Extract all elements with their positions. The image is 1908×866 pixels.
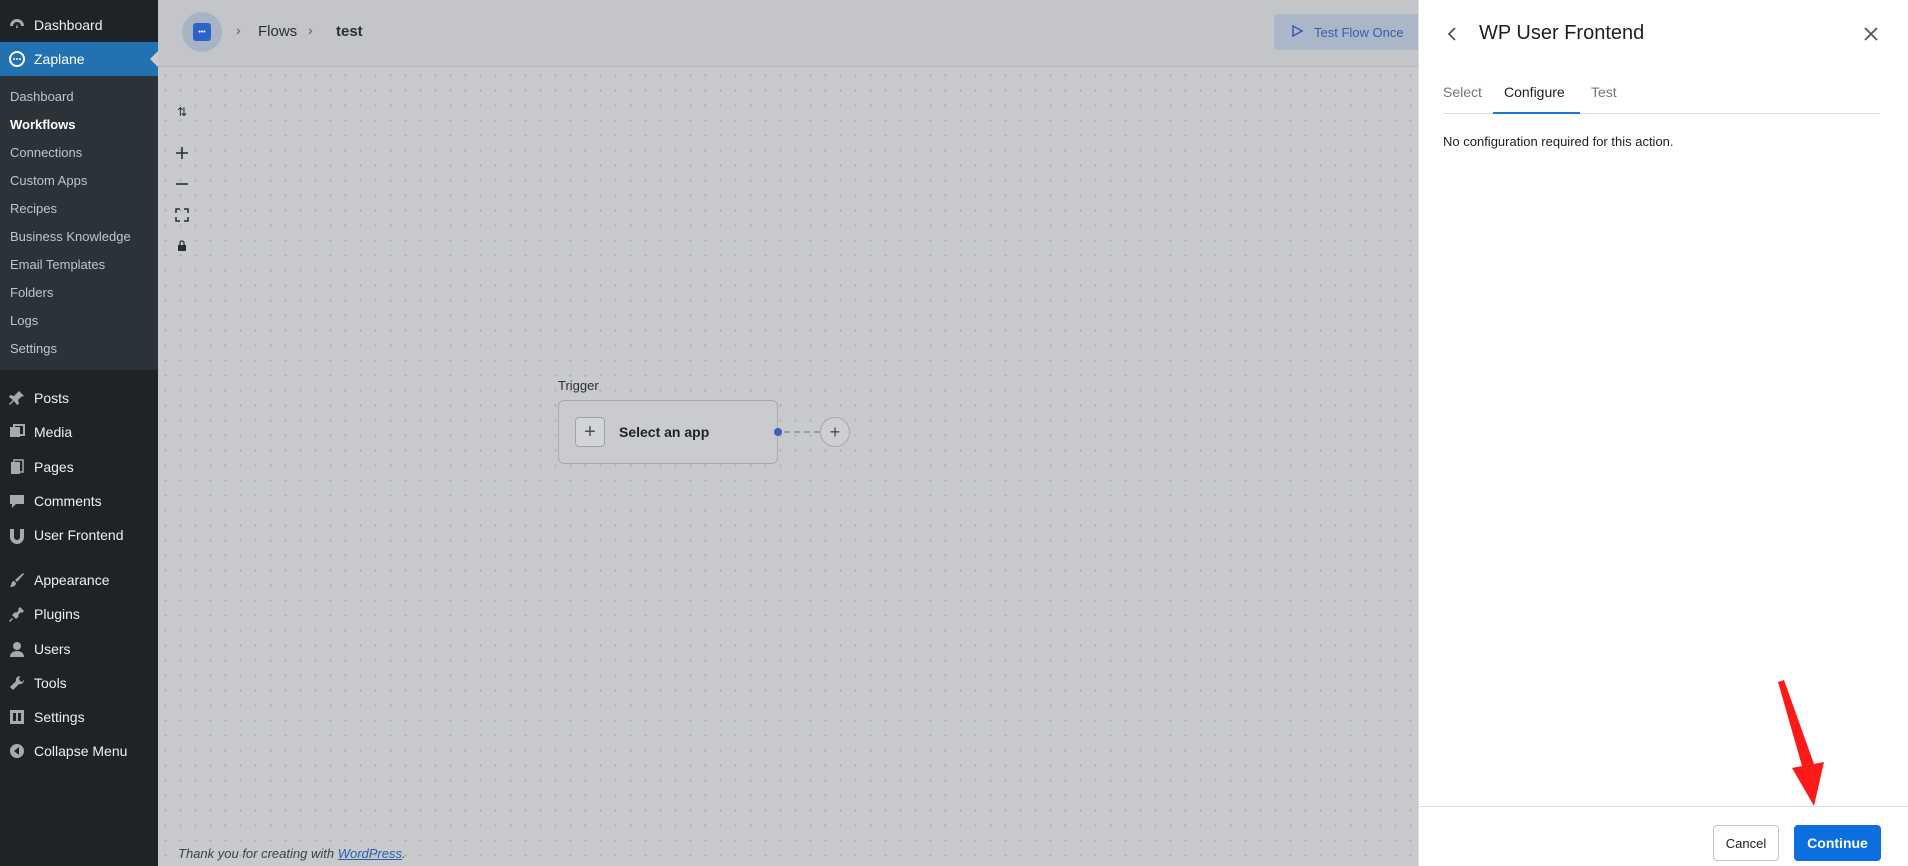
panel-tabs: Select Configure Test (1443, 72, 1880, 114)
media-icon (0, 423, 34, 441)
panel-footer: Cancel Continue (1419, 806, 1908, 866)
menu-users[interactable]: Users (0, 632, 158, 666)
menu-posts-label: Posts (34, 390, 70, 406)
trigger-label: Trigger (558, 378, 599, 393)
breadcrumb-flows[interactable]: Flows (258, 23, 297, 40)
node-output-handle[interactable] (774, 428, 782, 436)
wp-admin-sidebar: Dashboard Zaplane Dashboard Workflows Co… (0, 0, 158, 866)
tab-test[interactable]: Test (1591, 84, 1617, 100)
submenu-email-templates[interactable]: Email Templates (10, 257, 105, 272)
annotation-arrow-icon (1778, 680, 1824, 806)
wp-footer-credit: Thank you for creating with WordPress. (178, 846, 406, 861)
menu-zaplane[interactable]: Zaplane (0, 42, 158, 76)
back-arrow-icon[interactable] (1441, 22, 1465, 46)
brush-icon (0, 571, 34, 589)
menu-media[interactable]: Media (0, 415, 158, 449)
dashboard-icon (0, 16, 34, 34)
submenu-custom-apps[interactable]: Custom Apps (10, 173, 87, 188)
menu-user-frontend-label: User Frontend (34, 527, 124, 543)
submenu-settings[interactable]: Settings (10, 341, 57, 356)
zoom-in-icon[interactable] (172, 143, 192, 163)
menu-tools[interactable]: Tools (0, 666, 158, 700)
zaplane-submenu: Dashboard Workflows Connections Custom A… (0, 76, 158, 370)
trigger-node[interactable]: + Select an app (558, 400, 778, 464)
menu-posts[interactable]: Posts (0, 381, 158, 415)
wrench-icon (0, 674, 34, 692)
menu-dashboard-label: Dashboard (34, 17, 103, 33)
submenu-recipes[interactable]: Recipes (10, 201, 57, 216)
menu-settings-label: Settings (34, 709, 85, 725)
menu-pages-label: Pages (34, 459, 74, 475)
submenu-workflows[interactable]: Workflows (10, 117, 76, 132)
test-flow-once-button[interactable]: Test Flow Once (1274, 14, 1418, 50)
collapse-icon (0, 742, 34, 760)
submenu-connections[interactable]: Connections (10, 145, 82, 160)
plugin-icon (0, 605, 34, 623)
play-icon (1290, 24, 1304, 41)
swap-vertical-icon[interactable]: ⇅ (172, 102, 192, 122)
pin-icon (0, 389, 34, 407)
menu-collapse[interactable]: Collapse Menu (0, 734, 158, 768)
fit-view-icon[interactable] (172, 205, 192, 225)
panel-title: WP User Frontend (1479, 22, 1645, 44)
menu-appearance[interactable]: Appearance (0, 563, 158, 597)
chevron-right-icon: › (236, 22, 241, 38)
menu-users-label: Users (34, 641, 71, 657)
app-logo-icon: ••• (193, 23, 211, 41)
footer-suffix: . (402, 846, 406, 861)
flow-canvas[interactable]: ⇅ Trigger + Select an app + Thank you fo… (158, 68, 1418, 866)
menu-media-label: Media (34, 424, 73, 440)
submenu-business-knowledge[interactable]: Business Knowledge (10, 229, 131, 244)
menu-settings[interactable]: Settings (0, 700, 158, 734)
tab-select[interactable]: Select (1443, 84, 1482, 100)
plus-icon: + (575, 417, 605, 447)
wordpress-link[interactable]: WordPress (338, 846, 402, 861)
pages-icon (0, 458, 34, 476)
add-step-button[interactable]: + (820, 417, 850, 447)
close-icon[interactable] (1859, 22, 1883, 46)
menu-zaplane-label: Zaplane (34, 51, 85, 67)
submenu-dashboard[interactable]: Dashboard (10, 89, 74, 104)
footer-prefix: Thank you for creating with (178, 846, 338, 861)
user-icon (0, 640, 34, 658)
tab-configure[interactable]: Configure (1504, 84, 1565, 100)
submenu-folders[interactable]: Folders (10, 285, 53, 300)
settings-icon (0, 708, 34, 726)
cancel-button[interactable]: Cancel (1713, 825, 1779, 861)
menu-user-frontend[interactable]: User Frontend (0, 518, 158, 552)
chevron-right-icon: › (308, 22, 313, 38)
step-config-panel: WP User Frontend Select Configure Test N… (1418, 0, 1908, 866)
select-app-label: Select an app (619, 424, 710, 440)
zoom-out-icon[interactable] (172, 174, 192, 194)
app-logo[interactable]: ••• (182, 12, 222, 52)
test-flow-label: Test Flow Once (1314, 24, 1404, 40)
menu-appearance-label: Appearance (34, 572, 110, 588)
menu-plugins-label: Plugins (34, 606, 80, 622)
active-tab-indicator (1493, 112, 1580, 114)
zaplane-icon (0, 50, 34, 68)
edge-connector (784, 431, 820, 433)
menu-comments[interactable]: Comments (0, 484, 158, 518)
submenu-logs[interactable]: Logs (10, 313, 38, 328)
comment-icon (0, 492, 34, 510)
menu-pages[interactable]: Pages (0, 450, 158, 484)
user-frontend-icon (0, 526, 34, 544)
menu-dashboard[interactable]: Dashboard (0, 8, 158, 42)
menu-plugins[interactable]: Plugins (0, 597, 158, 631)
no-config-message: No configuration required for this actio… (1443, 134, 1674, 149)
menu-collapse-label: Collapse Menu (34, 743, 128, 759)
breadcrumb-current-flow: test (336, 23, 363, 40)
lock-icon[interactable] (172, 236, 192, 256)
flow-header: ••• › Flows › test Test Flow Once (158, 0, 1418, 67)
menu-comments-label: Comments (34, 493, 102, 509)
continue-button[interactable]: Continue (1794, 825, 1881, 861)
menu-tools-label: Tools (34, 675, 67, 691)
